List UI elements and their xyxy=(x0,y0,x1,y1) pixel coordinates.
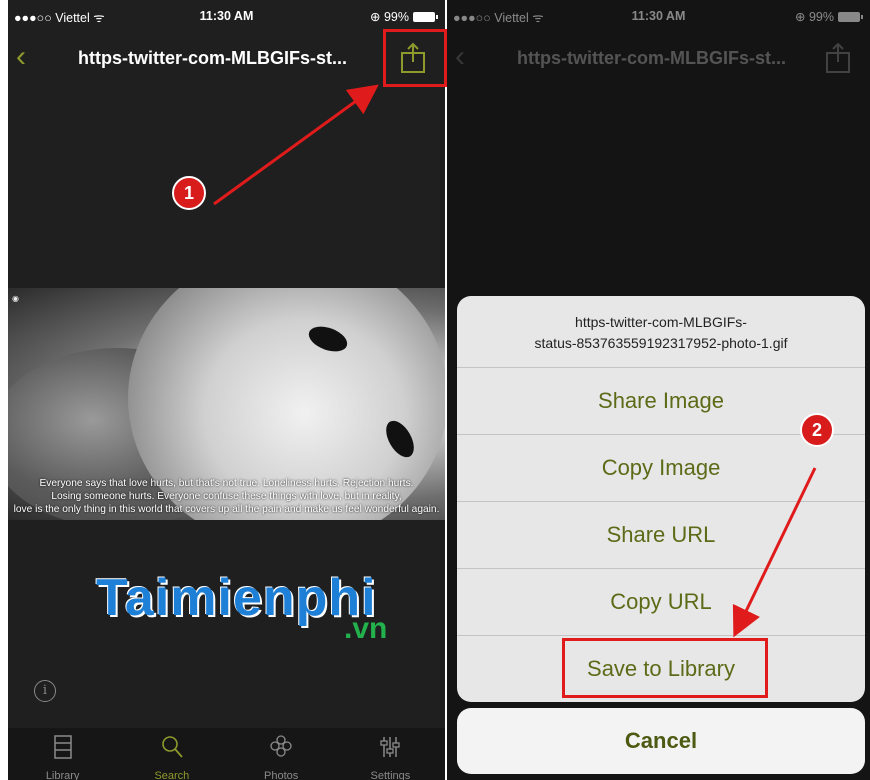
photos-icon xyxy=(270,735,292,757)
cancel-button[interactable]: Cancel xyxy=(457,708,865,774)
status-bar: ●●●○○ Viettel ᯤ 11:30 AM ⊕ 99% xyxy=(8,0,445,30)
taimienphi-logo: Taimienphi .vn xyxy=(96,568,387,645)
settings-icon xyxy=(380,737,401,757)
photo-quote: Everyone says that love hurts, but that'… xyxy=(8,477,445,516)
info-icon[interactable]: i xyxy=(34,680,56,702)
battery-icon xyxy=(413,11,438,22)
tab-settings[interactable]: Settings xyxy=(336,728,445,780)
highlight-share-button xyxy=(383,29,447,87)
photo-quote-line: Losing someone hurts. Everyone confuse t… xyxy=(51,491,402,502)
tab-label: Search xyxy=(154,770,190,780)
battery-percent: ⊕ 99% xyxy=(370,10,409,24)
photo-quote-line: Everyone says that love hurts, but that'… xyxy=(39,478,414,489)
tab-label: Settings xyxy=(370,770,411,780)
logo-tld-text: .vn xyxy=(344,612,388,645)
step-number-badge: 1 xyxy=(172,176,206,210)
photo-watermark-icon: ◉ xyxy=(12,294,19,303)
highlight-save-to-library xyxy=(562,638,768,698)
logo-main-text: Taimienphi xyxy=(96,569,377,627)
battery-indicator: ⊕ 99% xyxy=(370,9,438,24)
copy-url-button[interactable]: Copy URL xyxy=(457,569,865,636)
gif-preview-image[interactable]: ◉ Everyone says that love hurts, but tha… xyxy=(8,288,445,520)
left-phone-screen: ●●●○○ Viettel ᯤ 11:30 AM ⊕ 99% ‹ https-t… xyxy=(8,0,445,780)
tab-bar: Library Search Photos Settings xyxy=(8,728,445,780)
share-url-button[interactable]: Share URL xyxy=(457,502,865,569)
photo-quote-line: love is the only thing in this world tha… xyxy=(13,504,440,515)
page-title: https-twitter-com-MLBGIFs-st... xyxy=(78,48,347,68)
tab-label: Library xyxy=(45,770,80,780)
library-icon xyxy=(53,735,72,759)
filename-line: status-853763559192317952-photo-1.gif xyxy=(534,335,788,351)
nav-bar: ‹ https-twitter-com-MLBGIFs-st... xyxy=(8,32,445,86)
tab-photos[interactable]: Photos xyxy=(227,728,336,780)
tab-search[interactable]: Search xyxy=(117,728,226,780)
tab-library[interactable]: Library xyxy=(8,728,117,780)
search-icon xyxy=(162,736,183,758)
copy-image-button[interactable]: Copy Image xyxy=(457,435,865,502)
step-number-badge: 2 xyxy=(800,413,834,447)
action-sheet-header: https-twitter-com-MLBGIFs- status-853763… xyxy=(457,296,865,368)
tab-label: Photos xyxy=(264,770,299,780)
filename-line: https-twitter-com-MLBGIFs- xyxy=(575,314,747,330)
back-chevron-icon[interactable]: ‹ xyxy=(16,42,26,72)
